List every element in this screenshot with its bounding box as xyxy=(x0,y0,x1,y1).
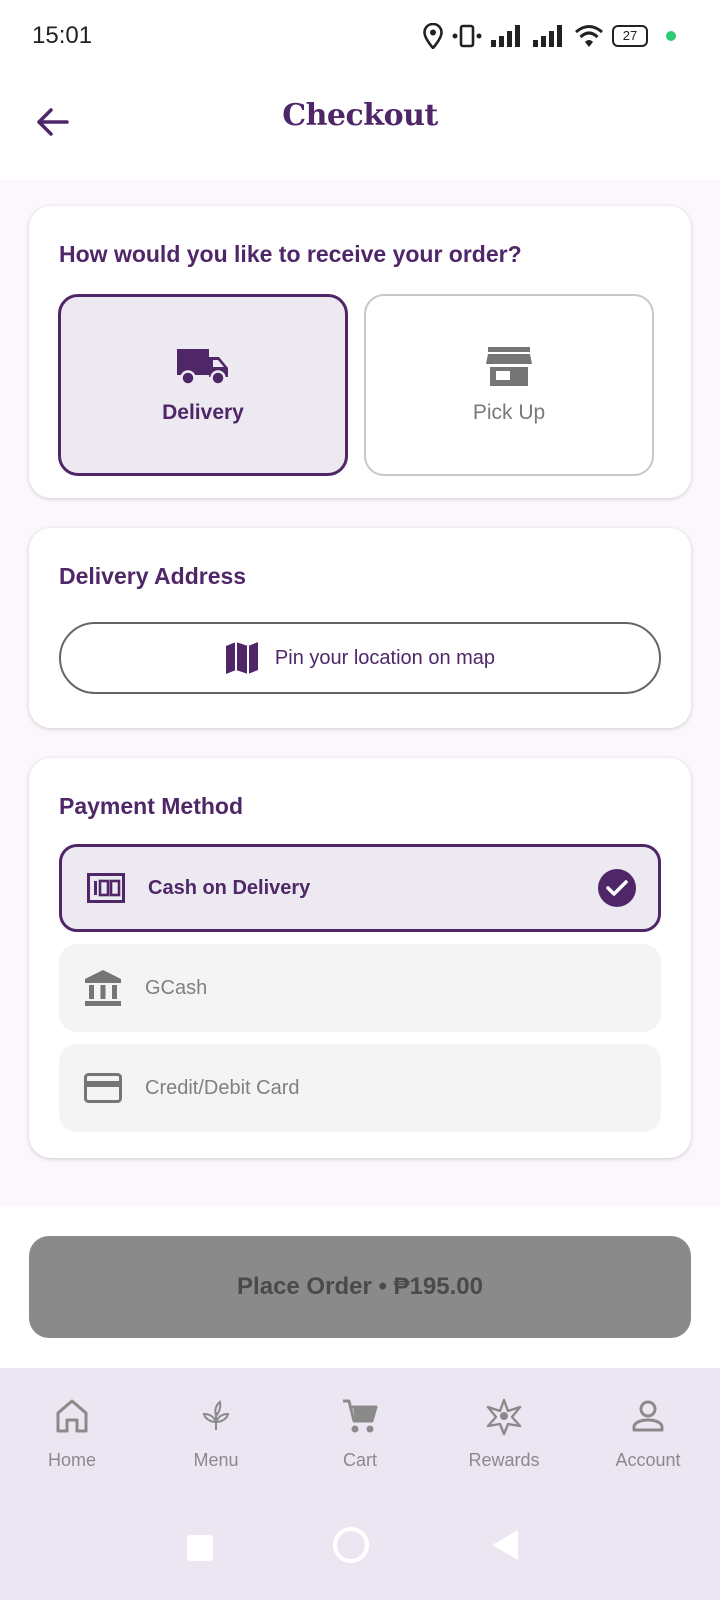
square-icon xyxy=(187,1535,213,1561)
nav-label-account: Account xyxy=(615,1450,681,1470)
bank-icon xyxy=(81,966,125,1010)
nav-label-rewards: Rewards xyxy=(468,1450,540,1470)
action-area: Place Order • ₱195.00 xyxy=(0,1206,720,1368)
receive-method-title: How would you like to receive your order… xyxy=(59,241,522,267)
receive-method-card: How would you like to receive your order… xyxy=(29,206,691,498)
page-title: Checkout xyxy=(282,98,438,133)
account-icon xyxy=(624,1392,672,1440)
status-icons: 27 xyxy=(422,20,676,52)
battery-icon: 27 xyxy=(612,25,648,47)
payment-gcash-option[interactable]: GCash xyxy=(59,944,661,1032)
selected-check-icon xyxy=(598,869,636,907)
payment-card-label: Credit/Debit Card xyxy=(145,1076,300,1099)
nav-item-home[interactable]: Home xyxy=(0,1368,144,1504)
payment-method-card: Payment Method Cash on Delivery GCash Cr… xyxy=(29,758,691,1158)
map-icon xyxy=(225,642,258,674)
payment-gcash-label: GCash xyxy=(145,976,208,999)
place-order-button[interactable]: Place Order • ₱195.00 xyxy=(29,1236,691,1338)
rewards-icon xyxy=(480,1392,528,1440)
signal-icon xyxy=(491,25,520,47)
pin-location-button[interactable]: Pin your location on map xyxy=(59,622,661,694)
status-time: 15:01 xyxy=(32,22,93,49)
nav-label-menu: Menu xyxy=(193,1450,239,1470)
payment-cash-option[interactable]: Cash on Delivery xyxy=(59,844,661,932)
home-icon xyxy=(48,1392,96,1440)
app-bar: Checkout xyxy=(0,72,720,180)
nav-label-cart: Cart xyxy=(342,1450,377,1470)
nav-item-rewards[interactable]: Rewards xyxy=(432,1368,576,1504)
pickup-option[interactable]: Pick Up xyxy=(364,294,654,476)
system-nav-bar xyxy=(0,1504,720,1600)
payment-card-option[interactable]: Credit/Debit Card xyxy=(59,1044,661,1132)
checkout-content: How would you like to receive your order… xyxy=(0,180,720,1206)
bottom-nav: Home Menu Cart Rewards Account xyxy=(0,1368,720,1504)
vibrate-icon xyxy=(452,24,482,48)
nav-label-home: Home xyxy=(47,1450,96,1470)
wifi-icon xyxy=(575,25,603,47)
status-bar: 15:01 27 xyxy=(0,0,720,72)
delivery-option[interactable]: Delivery xyxy=(58,294,348,476)
nav-item-menu[interactable]: Menu xyxy=(144,1368,288,1504)
delivery-option-label: Delivery xyxy=(162,401,244,424)
back-system-button[interactable] xyxy=(490,1528,520,1567)
pickup-option-label: Pick Up xyxy=(472,401,546,424)
status-dot xyxy=(666,31,676,41)
leaf-icon xyxy=(192,1392,240,1440)
location-icon xyxy=(423,23,443,49)
delivery-address-title: Delivery Address xyxy=(59,563,247,589)
nav-item-cart[interactable]: Cart xyxy=(288,1368,432,1504)
pin-location-label: Pin your location on map xyxy=(274,646,496,669)
payment-method-title: Payment Method xyxy=(59,793,244,819)
triangle-back-icon xyxy=(492,1530,518,1560)
circle-icon xyxy=(333,1527,369,1563)
signal-icon xyxy=(533,25,562,47)
delivery-address-card: Delivery Address Pin your location on ma… xyxy=(29,528,691,728)
payment-cash-label: Cash on Delivery xyxy=(148,876,311,899)
nav-item-account[interactable]: Account xyxy=(576,1368,720,1504)
home-system-button[interactable] xyxy=(332,1526,370,1569)
recent-apps-button[interactable] xyxy=(186,1534,214,1567)
cash-icon xyxy=(84,866,128,910)
truck-icon xyxy=(177,349,228,386)
card-icon xyxy=(81,1066,125,1110)
store-icon xyxy=(486,347,532,386)
cart-icon xyxy=(336,1392,384,1440)
